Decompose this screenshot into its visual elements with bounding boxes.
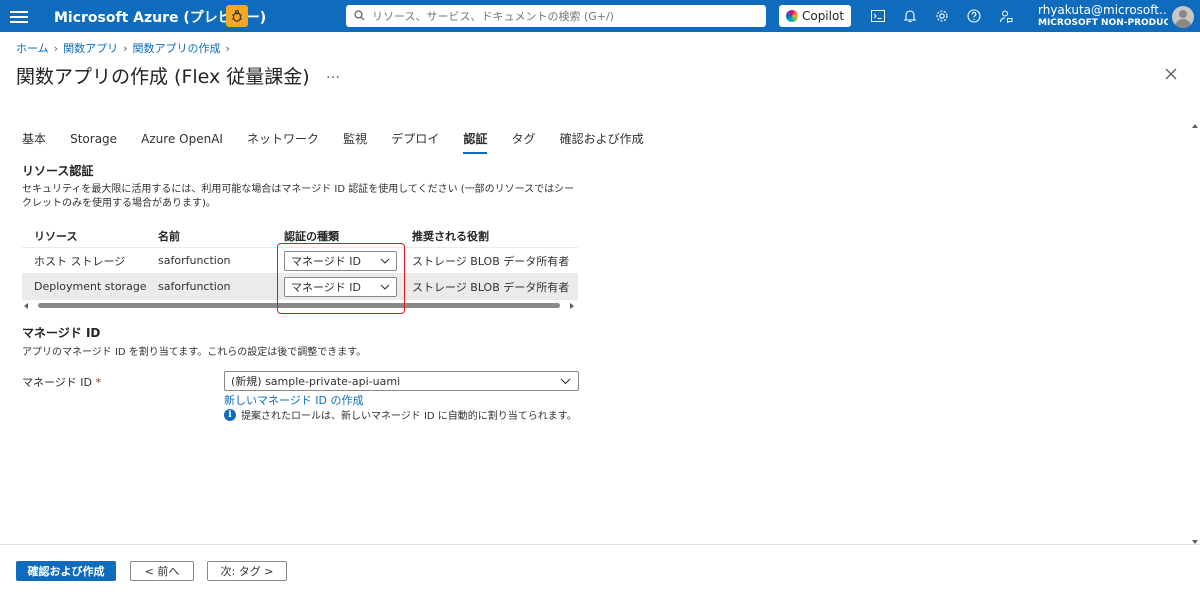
previous-button[interactable]: < 前へ: [130, 561, 194, 581]
global-search[interactable]: [346, 5, 766, 27]
feedback-icon[interactable]: [996, 6, 1016, 26]
breadcrumb: ホーム › 関数アプリ › 関数アプリの作成 ›: [16, 40, 235, 56]
column-header-resource: リソース: [34, 229, 78, 243]
scroll-up-icon[interactable]: [1192, 124, 1198, 128]
help-icon[interactable]: [964, 6, 984, 26]
wizard-tabs: 基本 Storage Azure OpenAI ネットワーク 監視 デプロイ 認…: [22, 128, 663, 154]
breadcrumb-create-function-app[interactable]: 関数アプリの作成: [132, 42, 220, 55]
cloud-shell-icon[interactable]: [868, 6, 888, 26]
row-resource: Deployment storage: [34, 280, 147, 293]
menu-icon[interactable]: [10, 8, 28, 24]
managed-id-heading: マネージド ID: [22, 326, 101, 340]
next-tags-button[interactable]: 次: タグ >: [207, 561, 287, 581]
managed-id-selected-value: (新規) sample-private-api-uami: [231, 375, 401, 388]
bug-icon[interactable]: [226, 5, 248, 27]
scroll-right-icon[interactable]: [570, 303, 574, 309]
scroll-left-icon[interactable]: [24, 303, 28, 309]
create-managed-id-link[interactable]: 新しいマネージド ID の作成: [224, 392, 364, 408]
auth-type-value: マネージド ID: [291, 280, 361, 294]
table-header-row: リソース 名前 認証の種類 推奨される役割: [22, 224, 578, 248]
tab-tags[interactable]: タグ: [511, 130, 535, 154]
column-header-name: 名前: [158, 229, 180, 243]
managed-id-label-text: マネージド ID: [22, 376, 92, 389]
tab-basics[interactable]: 基本: [22, 130, 46, 154]
more-options-icon[interactable]: …: [326, 66, 340, 82]
table-row: Deployment storage saforfunction マネージド I…: [22, 274, 578, 300]
auth-type-dropdown[interactable]: マネージド ID: [284, 276, 397, 297]
table-row: ホスト ストレージ saforfunction マネージド ID ストレージ B…: [22, 248, 578, 274]
settings-gear-icon[interactable]: [932, 6, 952, 26]
wizard-footer: 確認および作成 < 前へ 次: タグ >: [0, 544, 1200, 596]
resource-auth-description: セキュリティを最大限に活用するには、利用可能な場合はマネージド ID 認証を使用…: [22, 184, 575, 209]
column-header-auth-type: 認証の種類: [284, 229, 339, 243]
resource-auth-table: リソース 名前 認証の種類 推奨される役割 ホスト ストレージ saforfun…: [22, 224, 578, 300]
breadcrumb-function-apps[interactable]: 関数アプリ: [63, 42, 118, 55]
review-create-button[interactable]: 確認および作成: [16, 561, 116, 581]
row-role: ストレージ BLOB データ所有者: [412, 254, 570, 268]
copilot-label: Copilot: [801, 9, 845, 23]
chevron-down-icon: [380, 284, 390, 290]
close-icon[interactable]: [1163, 66, 1179, 82]
auth-type-dropdown[interactable]: マネージド ID: [284, 250, 397, 271]
resource-auth-heading: リソース認証: [22, 164, 94, 178]
copilot-button[interactable]: Copilot: [779, 5, 851, 27]
row-auth-cell: マネージド ID: [284, 274, 397, 299]
search-icon: [354, 10, 365, 21]
column-header-role: 推奨される役割: [412, 229, 489, 243]
table-horizontal-scrollbar[interactable]: [22, 301, 578, 311]
row-name: saforfunction: [158, 280, 231, 293]
page-title: 関数アプリの作成 (Flex 従量課金): [16, 66, 310, 88]
tab-networking[interactable]: ネットワーク: [247, 130, 319, 154]
managed-id-info-text: 提案されたロールは、新しいマネージド ID に自動的に割り当てられます。: [241, 411, 577, 422]
auth-type-value: マネージド ID: [291, 254, 361, 268]
copilot-icon: [785, 10, 798, 22]
user-org: MICROSOFT NON-PRODUC…: [1038, 18, 1168, 28]
managed-id-dropdown[interactable]: (新規) sample-private-api-uami: [224, 371, 579, 391]
tab-review-create[interactable]: 確認および作成: [560, 130, 644, 154]
managed-id-field-label: マネージド ID *: [22, 374, 101, 390]
scrollbar-thumb[interactable]: [38, 303, 560, 308]
chevron-right-icon: ›: [53, 42, 59, 55]
top-bar: Microsoft Azure (プレビュー) Copilot rhyakuta…: [0, 0, 1200, 32]
page-vertical-scrollbar[interactable]: [1190, 122, 1200, 546]
chevron-right-icon: ›: [123, 42, 128, 55]
row-resource: ホスト ストレージ: [34, 254, 126, 268]
chevron-down-icon: [560, 378, 571, 385]
search-input[interactable]: [370, 7, 760, 25]
chevron-down-icon: [380, 258, 390, 264]
required-mark: *: [95, 376, 102, 389]
tab-deployment[interactable]: デプロイ: [391, 130, 439, 154]
managed-id-description: アプリのマネージド ID を割り当てます。これらの設定は後で調整できます。: [22, 347, 367, 358]
tab-storage[interactable]: Storage: [70, 132, 117, 153]
avatar[interactable]: [1172, 6, 1194, 28]
tab-authentication[interactable]: 認証: [463, 130, 488, 154]
account-info[interactable]: rhyakuta@microsoft.… MICROSOFT NON-PRODU…: [1038, 3, 1168, 28]
breadcrumb-home[interactable]: ホーム: [16, 42, 49, 55]
managed-id-info: i 提案されたロールは、新しいマネージド ID に自動的に割り当てられます。: [224, 407, 577, 422]
info-icon: i: [224, 408, 236, 421]
tab-monitoring[interactable]: 監視: [343, 130, 367, 154]
row-auth-cell: マネージド ID: [284, 248, 397, 273]
tab-azure-openai[interactable]: Azure OpenAI: [141, 132, 223, 153]
row-name: saforfunction: [158, 254, 231, 267]
user-name: rhyakuta@microsoft.…: [1038, 3, 1168, 17]
chevron-right-icon: ›: [225, 42, 230, 55]
notifications-icon[interactable]: [900, 6, 920, 26]
row-role: ストレージ BLOB データ所有者: [412, 280, 570, 294]
